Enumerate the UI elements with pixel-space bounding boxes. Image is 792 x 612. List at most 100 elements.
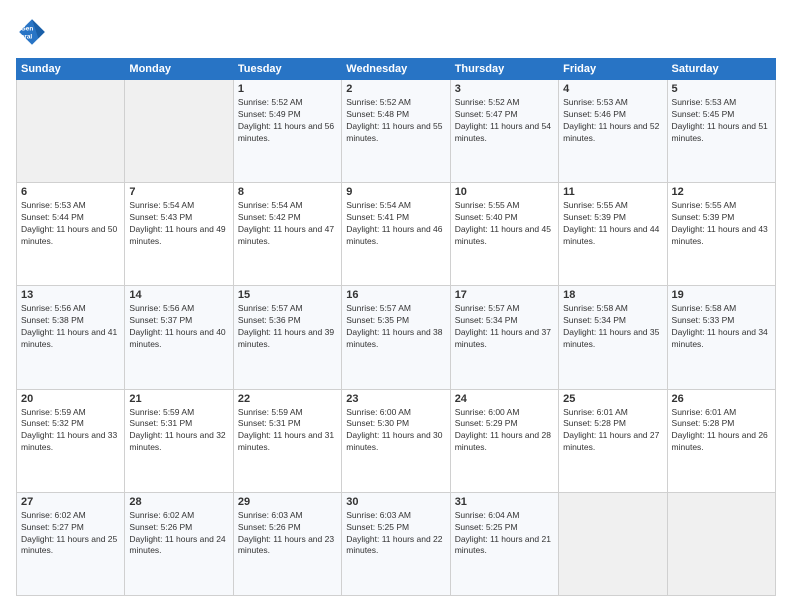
day-number: 6 <box>21 186 120 198</box>
day-info: Sunrise: 5:58 AM Sunset: 5:34 PM Dayligh… <box>563 303 662 351</box>
day-number: 10 <box>455 186 554 198</box>
day-info: Sunrise: 6:03 AM Sunset: 5:25 PM Dayligh… <box>346 510 445 558</box>
calendar-cell: 3Sunrise: 5:52 AM Sunset: 5:47 PM Daylig… <box>450 80 558 183</box>
calendar-cell <box>17 80 125 183</box>
day-info: Sunrise: 6:02 AM Sunset: 5:27 PM Dayligh… <box>21 510 120 558</box>
day-number: 22 <box>238 393 337 405</box>
day-number: 12 <box>672 186 771 198</box>
day-number: 25 <box>563 393 662 405</box>
calendar-cell: 13 Sunrise: 5:56 AM Sunset: 5:38 PM Dayli… <box>17 286 125 389</box>
calendar-cell: 7 Sunrise: 5:54 AM Sunset: 5:43 PM Daylig… <box>125 183 233 286</box>
day-number: 21 <box>129 393 228 405</box>
calendar-cell: 8 Sunrise: 5:54 AM Sunset: 5:42 PM Daylig… <box>233 183 341 286</box>
day-info: Sunrise: 5:55 AM Sunset: 5:40 PM Dayligh… <box>455 200 554 248</box>
calendar-cell: 1 Sunrise: 5:52 AM Sunset: 5:49 PM Daylig… <box>233 80 341 183</box>
day-number: 27 <box>21 496 120 508</box>
day-number: 5 <box>672 83 771 95</box>
day-info: Sunrise: 5:57 AM Sunset: 5:36 PM Dayligh… <box>238 303 337 351</box>
day-number: 7 <box>129 186 228 198</box>
weekday-header: Saturday <box>667 59 775 80</box>
day-info: Sunrise: 6:02 AM Sunset: 5:26 PM Dayligh… <box>129 510 228 558</box>
calendar-week-row: 1 Sunrise: 5:52 AM Sunset: 5:49 PM Daylig… <box>17 80 776 183</box>
day-number: 28 <box>129 496 228 508</box>
day-info: Sunrise: 5:52 AM Sunset: 5:49 PM Dayligh… <box>238 97 337 145</box>
calendar-cell: 31Sunrise: 6:04 AM Sunset: 5:25 PM Dayli… <box>450 492 558 595</box>
weekday-header: Wednesday <box>342 59 450 80</box>
calendar-cell: 9 Sunrise: 5:54 AM Sunset: 5:41 PM Daylig… <box>342 183 450 286</box>
day-number: 29 <box>238 496 337 508</box>
calendar-cell: 4 Sunrise: 5:53 AM Sunset: 5:46 PM Daylig… <box>559 80 667 183</box>
day-number: 26 <box>672 393 771 405</box>
calendar: SundayMondayTuesdayWednesdayThursdayFrid… <box>16 58 776 596</box>
day-info: Sunrise: 5:59 AM Sunset: 5:32 PM Dayligh… <box>21 407 120 455</box>
calendar-cell: 2Sunrise: 5:52 AM Sunset: 5:48 PM Daylig… <box>342 80 450 183</box>
day-number: 1 <box>238 83 337 95</box>
calendar-header: SundayMondayTuesdayWednesdayThursdayFrid… <box>17 59 776 80</box>
calendar-cell: 26 Sunrise: 6:01 AM Sunset: 5:28 PM Dayli… <box>667 389 775 492</box>
calendar-cell: 22 Sunrise: 5:59 AM Sunset: 5:31 PM Dayli… <box>233 389 341 492</box>
day-info: Sunrise: 5:57 AM Sunset: 5:35 PM Dayligh… <box>346 303 445 351</box>
logo-icon: Gen eral <box>16 16 48 48</box>
day-number: 8 <box>238 186 337 198</box>
day-info: Sunrise: 6:03 AM Sunset: 5:26 PM Dayligh… <box>238 510 337 558</box>
day-info: Sunrise: 6:01 AM Sunset: 5:28 PM Dayligh… <box>672 407 771 455</box>
day-number: 30 <box>346 496 445 508</box>
calendar-week-row: 13 Sunrise: 5:56 AM Sunset: 5:38 PM Dayli… <box>17 286 776 389</box>
day-info: Sunrise: 6:00 AM Sunset: 5:29 PM Dayligh… <box>455 407 554 455</box>
day-info: Sunrise: 5:57 AM Sunset: 5:34 PM Dayligh… <box>455 303 554 351</box>
calendar-cell: 25 Sunrise: 6:01 AM Sunset: 5:28 PM Dayli… <box>559 389 667 492</box>
day-info: Sunrise: 5:53 AM Sunset: 5:45 PM Dayligh… <box>672 97 771 145</box>
day-number: 15 <box>238 289 337 301</box>
day-info: Sunrise: 5:53 AM Sunset: 5:44 PM Dayligh… <box>21 200 120 248</box>
day-number: 31 <box>455 496 554 508</box>
day-number: 11 <box>563 186 662 198</box>
day-info: Sunrise: 5:56 AM Sunset: 5:38 PM Dayligh… <box>21 303 120 351</box>
day-info: Sunrise: 5:55 AM Sunset: 5:39 PM Dayligh… <box>672 200 771 248</box>
calendar-cell <box>125 80 233 183</box>
day-number: 13 <box>21 289 120 301</box>
calendar-cell: 28 Sunrise: 6:02 AM Sunset: 5:26 PM Dayli… <box>125 492 233 595</box>
day-info: Sunrise: 5:54 AM Sunset: 5:43 PM Dayligh… <box>129 200 228 248</box>
day-number: 4 <box>563 83 662 95</box>
day-number: 3 <box>455 83 554 95</box>
calendar-cell <box>667 492 775 595</box>
day-info: Sunrise: 5:55 AM Sunset: 5:39 PM Dayligh… <box>563 200 662 248</box>
day-info: Sunrise: 5:53 AM Sunset: 5:46 PM Dayligh… <box>563 97 662 145</box>
day-number: 16 <box>346 289 445 301</box>
calendar-cell: 20 Sunrise: 5:59 AM Sunset: 5:32 PM Dayli… <box>17 389 125 492</box>
calendar-cell: 18 Sunrise: 5:58 AM Sunset: 5:34 PM Dayli… <box>559 286 667 389</box>
day-info: Sunrise: 5:59 AM Sunset: 5:31 PM Dayligh… <box>238 407 337 455</box>
day-number: 20 <box>21 393 120 405</box>
page: Gen eral SundayMondayTuesdayWednesdayThu… <box>0 0 792 612</box>
calendar-cell: 23 Sunrise: 6:00 AM Sunset: 5:30 PM Dayli… <box>342 389 450 492</box>
day-number: 24 <box>455 393 554 405</box>
calendar-cell: 27 Sunrise: 6:02 AM Sunset: 5:27 PM Dayli… <box>17 492 125 595</box>
weekday-header-row: SundayMondayTuesdayWednesdayThursdayFrid… <box>17 59 776 80</box>
day-info: Sunrise: 5:58 AM Sunset: 5:33 PM Dayligh… <box>672 303 771 351</box>
day-number: 17 <box>455 289 554 301</box>
day-info: Sunrise: 5:54 AM Sunset: 5:42 PM Dayligh… <box>238 200 337 248</box>
calendar-cell: 11 Sunrise: 5:55 AM Sunset: 5:39 PM Dayli… <box>559 183 667 286</box>
calendar-cell: 15 Sunrise: 5:57 AM Sunset: 5:36 PM Dayli… <box>233 286 341 389</box>
weekday-header: Tuesday <box>233 59 341 80</box>
calendar-cell: 5 Sunrise: 5:53 AM Sunset: 5:45 PM Daylig… <box>667 80 775 183</box>
header: Gen eral <box>16 16 776 48</box>
day-number: 18 <box>563 289 662 301</box>
day-info: Sunrise: 6:01 AM Sunset: 5:28 PM Dayligh… <box>563 407 662 455</box>
day-info: Sunrise: 6:00 AM Sunset: 5:30 PM Dayligh… <box>346 407 445 455</box>
calendar-cell: 10 Sunrise: 5:55 AM Sunset: 5:40 PM Dayli… <box>450 183 558 286</box>
weekday-header: Sunday <box>17 59 125 80</box>
calendar-cell: 19 Sunrise: 5:58 AM Sunset: 5:33 PM Dayli… <box>667 286 775 389</box>
day-number: 14 <box>129 289 228 301</box>
calendar-cell: 6 Sunrise: 5:53 AM Sunset: 5:44 PM Daylig… <box>17 183 125 286</box>
day-info: Sunrise: 5:54 AM Sunset: 5:41 PM Dayligh… <box>346 200 445 248</box>
calendar-week-row: 27 Sunrise: 6:02 AM Sunset: 5:27 PM Dayli… <box>17 492 776 595</box>
svg-text:eral: eral <box>21 33 33 40</box>
weekday-header: Friday <box>559 59 667 80</box>
day-number: 9 <box>346 186 445 198</box>
logo: Gen eral <box>16 16 52 48</box>
weekday-header: Monday <box>125 59 233 80</box>
calendar-week-row: 20 Sunrise: 5:59 AM Sunset: 5:32 PM Dayli… <box>17 389 776 492</box>
day-number: 23 <box>346 393 445 405</box>
day-number: 19 <box>672 289 771 301</box>
